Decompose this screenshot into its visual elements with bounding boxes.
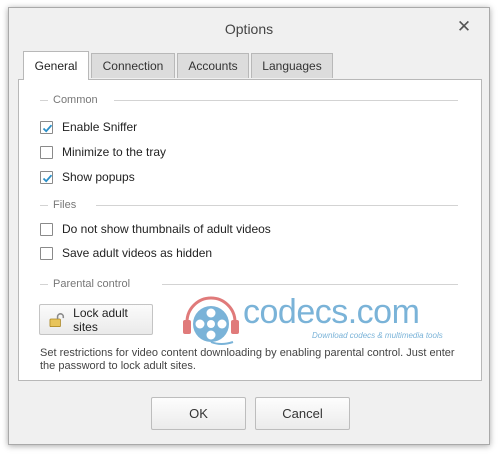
- lock-button-label: Lock adult sites: [73, 305, 128, 334]
- options-dialog: Options ✕ General Connection Accounts La…: [8, 7, 490, 445]
- minimize-to-tray-checkbox[interactable]: Minimize to the tray: [40, 143, 166, 161]
- checkbox-box[interactable]: [40, 222, 53, 236]
- watermark-subtitle: Download codecs & multimedia tools: [312, 331, 443, 340]
- ok-button[interactable]: OK: [151, 397, 246, 430]
- show-popups-checkbox[interactable]: Show popups: [40, 168, 135, 186]
- parental-description: Set restrictions for video content downl…: [40, 347, 455, 372]
- tab-accounts[interactable]: Accounts: [177, 53, 249, 78]
- checkbox-label: Enable Sniffer: [62, 120, 138, 134]
- checkbox-label: Minimize to the tray: [62, 145, 167, 159]
- enable-sniffer-checkbox[interactable]: Enable Sniffer: [40, 118, 137, 136]
- checkbox-label: Save adult videos as hidden: [62, 246, 213, 260]
- tab-general[interactable]: General: [23, 51, 89, 80]
- group-label-parental: Parental control: [53, 277, 137, 291]
- cancel-button[interactable]: Cancel: [255, 397, 350, 430]
- watermark-text: codecs.com: [243, 293, 420, 331]
- codecs-watermark: codecs.com Download codecs & multimedia …: [181, 292, 461, 348]
- checkbox-box[interactable]: [40, 246, 53, 260]
- checkbox-box[interactable]: [40, 120, 53, 134]
- film-reel-icon: [183, 296, 239, 345]
- lock-icon: [49, 312, 65, 327]
- dialog-title: Options: [224, 21, 274, 37]
- lock-adult-sites-button[interactable]: Lock adult sites: [39, 304, 153, 335]
- tab-connection[interactable]: Connection: [91, 53, 175, 78]
- checkbox-box[interactable]: [40, 145, 53, 159]
- checkbox-label: Do not show thumbnails of adult videos: [62, 222, 271, 236]
- save-adult-hidden-checkbox[interactable]: Save adult videos as hidden: [40, 244, 212, 262]
- general-panel: Common Enable Sniffer Minimize to the tr…: [18, 79, 482, 381]
- group-label-files: Files: [53, 198, 83, 212]
- tab-languages[interactable]: Languages: [251, 53, 333, 78]
- no-adult-thumbnails-checkbox[interactable]: Do not show thumbnails of adult videos: [40, 220, 271, 238]
- group-header-files: Files: [40, 198, 458, 212]
- group-label-common: Common: [53, 93, 104, 107]
- checkbox-box[interactable]: [40, 170, 53, 184]
- group-header-common: Common: [40, 93, 458, 107]
- checkmark-icon: [42, 124, 53, 133]
- close-icon[interactable]: ✕: [455, 18, 473, 36]
- group-header-parental: Parental control: [40, 277, 458, 291]
- checkmark-icon: [42, 174, 53, 183]
- checkbox-label: Show popups: [62, 170, 135, 184]
